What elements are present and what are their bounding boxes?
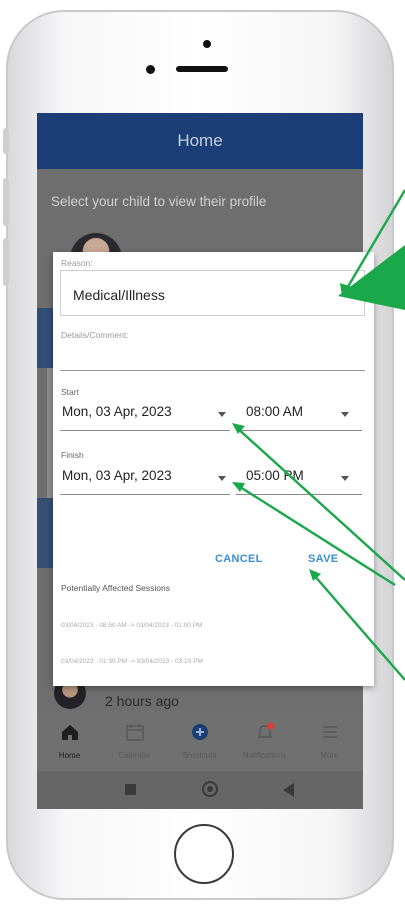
nav-calendar-label: Calendar	[118, 751, 151, 760]
reason-select[interactable]: Medical/Illness	[60, 270, 365, 316]
home-circle-icon[interactable]	[202, 781, 218, 797]
phone-home-button[interactable]	[174, 824, 234, 884]
menu-icon	[323, 726, 337, 738]
start-date-value: Mon, 03 Apr, 2023	[62, 404, 172, 419]
details-label: Details/Comment:	[61, 330, 129, 340]
reason-value: Medical/Illness	[73, 287, 165, 303]
session-item: 03/04/2023 - 01:30 PM -> 03/04/2023 - 03…	[61, 658, 203, 665]
bell-icon	[258, 722, 275, 738]
start-time-underline	[236, 430, 362, 431]
android-nav-bar	[37, 771, 363, 809]
nav-home[interactable]: Home	[37, 711, 102, 771]
recents-icon[interactable]	[125, 784, 136, 795]
nav-more[interactable]: More	[297, 711, 362, 771]
finish-time-underline	[236, 494, 362, 495]
cancel-button[interactable]: CANCEL	[215, 553, 263, 565]
earpiece-speaker	[176, 66, 228, 72]
mute-switch	[3, 128, 9, 154]
plus-circle-icon	[192, 724, 208, 740]
nav-calendar[interactable]: Calendar	[102, 711, 167, 771]
bottom-navigation: Home Calendar Shortcuts Notifications Mo…	[37, 711, 363, 771]
finish-date-value: Mon, 03 Apr, 2023	[62, 468, 172, 483]
session-item: 03/04/2023 - 08:50 AM -> 03/04/2023 - 01…	[61, 622, 203, 629]
start-time-value: 08:00 AM	[246, 404, 304, 419]
front-camera	[203, 40, 211, 48]
calendar-icon	[126, 724, 144, 741]
chevron-down-icon	[218, 476, 226, 481]
chevron-down-icon	[346, 289, 354, 294]
chevron-down-icon	[341, 412, 349, 417]
feed-timestamp: 2 hours ago	[105, 693, 179, 709]
home-icon	[62, 725, 78, 740]
reason-label: Reason:	[61, 258, 93, 268]
nav-shortcuts-label: Shortcuts	[182, 751, 217, 760]
volume-up-button	[3, 178, 9, 226]
chevron-down-icon	[218, 412, 226, 417]
nav-shortcuts[interactable]: Shortcuts	[167, 711, 232, 771]
back-icon[interactable]	[283, 783, 294, 797]
nav-more-label: More	[320, 751, 339, 760]
finish-time-value: 05:00 PM	[246, 468, 304, 483]
affected-sessions-title: Potentially Affected Sessions	[61, 583, 170, 593]
nav-home-label: Home	[58, 751, 81, 760]
page-title: Home	[37, 113, 363, 169]
nav-notifications[interactable]: Notifications	[232, 711, 297, 771]
chevron-down-icon	[341, 476, 349, 481]
volume-down-button	[3, 238, 9, 286]
details-input[interactable]	[60, 370, 365, 371]
start-date-underline	[60, 430, 230, 431]
finish-label: Finish	[61, 450, 84, 460]
save-button[interactable]: SAVE	[308, 553, 338, 565]
absence-dialog: Reason: Medical/Illness Details/Comment:…	[53, 252, 374, 686]
select-child-prompt: Select your child to view their profile	[51, 194, 267, 209]
sensor-dot	[146, 65, 155, 74]
finish-date-underline	[60, 494, 230, 495]
start-label: Start	[61, 387, 79, 397]
nav-notifications-label: Notifications	[242, 751, 287, 760]
